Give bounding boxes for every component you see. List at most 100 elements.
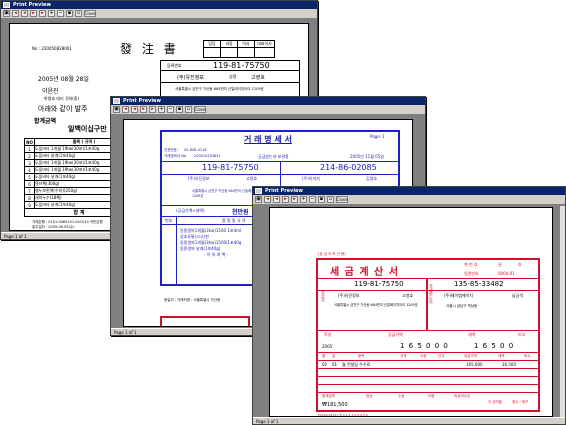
zoom-out-icon[interactable]: − bbox=[57, 10, 64, 17]
vertical-scrollbar[interactable] bbox=[559, 206, 565, 418]
zoom-in-icon[interactable]: + bbox=[48, 10, 55, 17]
doc-no-label: 전표번호 : bbox=[164, 148, 180, 152]
supplier-label: 공급자 bbox=[321, 290, 326, 302]
doc-date: 2005년 08월 28일 bbox=[38, 76, 89, 83]
toolbar: ▣ ◂ ◂ ▸ ▸ + − ▪ ▫ Close bbox=[111, 105, 425, 115]
save-icon[interactable]: ▪ bbox=[66, 10, 73, 17]
col-month: 월 bbox=[322, 354, 326, 358]
list-item: - 이 하 여 백 - bbox=[204, 252, 228, 257]
statement-title: 거 래 명 세 서 bbox=[244, 135, 292, 144]
print-icon[interactable]: ▣ bbox=[113, 106, 120, 113]
close-button[interactable]: Close bbox=[194, 106, 206, 113]
recipient: 이윤진 bbox=[42, 88, 59, 95]
close-button[interactable]: Close bbox=[336, 196, 348, 203]
print-icon[interactable]: ▣ bbox=[255, 196, 262, 203]
close-button[interactable]: Close bbox=[84, 10, 96, 17]
title-bar[interactable]: Print Preview bbox=[111, 97, 425, 105]
buyer-reg-no: 214-86-02085 bbox=[320, 163, 377, 172]
statement-date: 2005년 11월 05일 bbox=[350, 154, 384, 159]
buyer-address: 서울시 강남구 역삼동 bbox=[446, 304, 478, 308]
row-month: 02 bbox=[322, 362, 328, 367]
next-form-top bbox=[160, 316, 250, 326]
receipt-value: 영수 / 청구 bbox=[512, 400, 529, 404]
tax-invoice-frame: 세 금 계 산 서 책 번 호 권 호 일련번호 0004-01 공급자 공급받… bbox=[316, 258, 540, 412]
col-supply: 공급가액 bbox=[388, 332, 403, 337]
buyer-ceo: 남궁석 bbox=[512, 293, 524, 298]
row-tax: 16,500 bbox=[502, 362, 516, 367]
approval-cell: 담당 bbox=[203, 40, 221, 48]
approval-cell: 대표이사 bbox=[254, 40, 275, 48]
window-title: Print Preview bbox=[123, 98, 162, 104]
title-bar[interactable]: Print Preview bbox=[1, 1, 317, 9]
col-tax: 세액 bbox=[468, 332, 476, 337]
next-page-icon[interactable]: ▸ bbox=[140, 106, 147, 113]
supplier-ceo: 고영호 bbox=[402, 293, 414, 298]
row-supply: 165,000 bbox=[466, 362, 483, 367]
total-amount: 일백이십구만 bbox=[68, 125, 107, 133]
export-icon[interactable]: ▫ bbox=[327, 196, 334, 203]
approval-box: 담당 과장 이사 대표이사 bbox=[203, 40, 275, 58]
recipient-sub: 박명호 대리 귀하(중) bbox=[44, 96, 80, 101]
col-supply-amt: 공급가액 bbox=[464, 354, 477, 358]
prev-page-icon[interactable]: ◂ bbox=[131, 106, 138, 113]
print-icon[interactable]: ▣ bbox=[3, 10, 10, 17]
supplier-address: 서울특별시 금천구 가산동 684번지 신일에이치아이 1209호 bbox=[334, 303, 418, 307]
col-tax-amt: 세액 bbox=[498, 354, 505, 358]
receiver-copy-label: 공급받는자 보관용 bbox=[258, 154, 289, 159]
doc-no: 05-808-4116 bbox=[184, 148, 207, 152]
save-icon[interactable]: ▪ bbox=[176, 106, 183, 113]
receipt-label: 이 금액을 bbox=[488, 400, 502, 404]
zoom-out-icon[interactable]: − bbox=[309, 196, 316, 203]
footer-note: 동일자 : 거래처명 : 서울특별시 가산동 bbox=[164, 298, 221, 302]
last-page-icon[interactable]: ▸ bbox=[291, 196, 298, 203]
supplier-name: (주)유진정보 bbox=[188, 176, 210, 181]
preview-page-3: (공 급 자 보 관 용) 세 금 계 산 서 책 번 호 권 호 일련번호 0… bbox=[269, 207, 553, 417]
col-no: NO bbox=[24, 138, 35, 146]
serial-label: 일련번호 bbox=[464, 271, 479, 276]
buyer-name: (주)제이엠에이치 bbox=[444, 293, 473, 298]
supplier-address: 서울특별시 금천구 가산동 684번지 신일에이치아이 1209호 bbox=[175, 87, 264, 91]
col-price: 단가 bbox=[438, 354, 445, 358]
status-bar: Page 1 of 1 bbox=[253, 417, 565, 424]
zoom-in-icon[interactable]: + bbox=[300, 196, 307, 203]
toolbar: ▣ ◂ ◂ ▸ ▸ + − ▪ ▫ Close bbox=[253, 195, 565, 205]
col-item: 품목 bbox=[358, 354, 365, 358]
window-title: Print Preview bbox=[265, 188, 304, 194]
col-spec: 규격 bbox=[400, 354, 407, 358]
reg-no-label: 등록번호 bbox=[167, 63, 182, 68]
tax-amount: 1 6 5 0 0 bbox=[474, 342, 515, 350]
zoom-out-icon[interactable]: − bbox=[167, 106, 174, 113]
trade-no: 200510293851 bbox=[194, 154, 221, 158]
save-icon[interactable]: ▪ bbox=[318, 196, 325, 203]
intro-text: 아래와 같이 발주 bbox=[38, 105, 88, 113]
col-note: 비고 bbox=[518, 332, 526, 337]
credit-label: 외상미수금 bbox=[454, 394, 471, 398]
print-preview-window-3: Print Preview ▣ ◂ ◂ ▸ ▸ + − ▪ ▫ Close (공… bbox=[252, 186, 566, 425]
zoom-in-icon[interactable]: + bbox=[158, 106, 165, 113]
export-icon[interactable]: ▫ bbox=[185, 106, 192, 113]
prev-page-icon[interactable]: ◂ bbox=[273, 196, 280, 203]
toolbar: ▣ ◂ ◂ ▸ ▸ + − ▪ ▫ Close bbox=[1, 9, 317, 19]
col-write: 작성 bbox=[324, 332, 332, 337]
ceo-label: 성명 bbox=[229, 74, 237, 79]
title-bar[interactable]: Print Preview bbox=[253, 187, 565, 195]
last-page-icon[interactable]: ▸ bbox=[149, 106, 156, 113]
app-icon bbox=[255, 188, 262, 194]
prev-page-icon[interactable]: ◂ bbox=[21, 10, 28, 17]
next-page-icon[interactable]: ▸ bbox=[282, 196, 289, 203]
last-page-icon[interactable]: ▸ bbox=[39, 10, 46, 17]
next-page-icon[interactable]: ▸ bbox=[30, 10, 37, 17]
footer-date: 발주일자 : 2005-09-05(수) bbox=[32, 225, 75, 229]
approval-cell: 과장 bbox=[220, 40, 238, 48]
note-label: 어음 bbox=[428, 394, 435, 398]
export-icon[interactable]: ▫ bbox=[75, 10, 82, 17]
first-page-icon[interactable]: ◂ bbox=[12, 10, 19, 17]
supply-amount: 1 6 5 0 0 0 bbox=[400, 342, 449, 350]
first-page-icon[interactable]: ◂ bbox=[122, 106, 129, 113]
supplier-reg-no: 119-81-75750 bbox=[354, 280, 404, 288]
buyer-label: 공급받는자 bbox=[429, 284, 434, 304]
page-label: Page: 1 bbox=[370, 134, 385, 139]
copy-label: (공 급 자 보 관 용) bbox=[318, 252, 346, 256]
first-page-icon[interactable]: ◂ bbox=[264, 196, 271, 203]
page-indicator: Page 1 of 1 bbox=[256, 419, 279, 424]
